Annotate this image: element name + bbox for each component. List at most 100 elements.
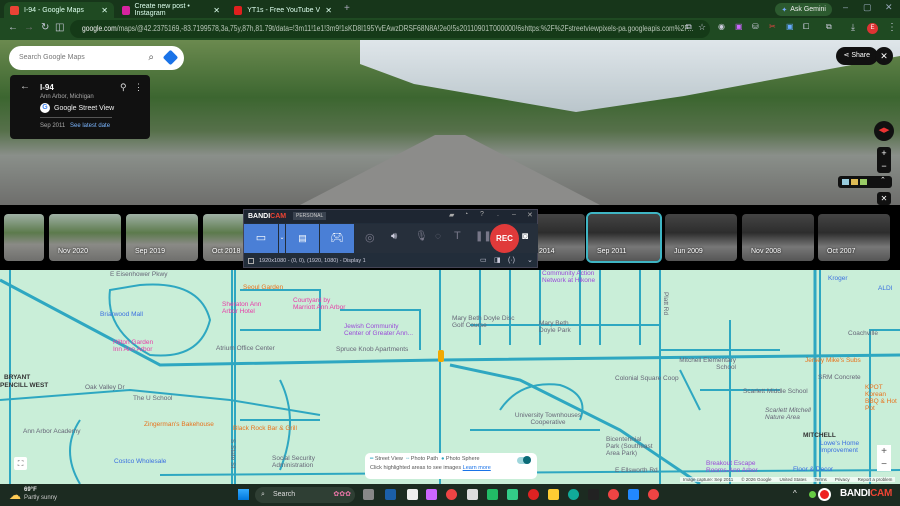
bandicam-record-icon[interactable] [818,488,831,501]
privacy-link[interactable]: Privacy [835,477,850,482]
timeline-thumb[interactable]: Jun 2009 [665,214,737,261]
temperature[interactable]: 69°F [24,487,37,493]
help-icon[interactable]: ? [480,211,484,218]
store-icon[interactable] [407,489,418,500]
tab-google-maps[interactable]: I-94 - Google Maps ✕ [4,2,114,18]
map-poi-label[interactable]: SRM Concrete [818,374,861,381]
close-timeline-button[interactable]: ✕ [877,192,891,205]
file-explorer-icon[interactable] [548,489,559,500]
region-checkbox[interactable] [248,258,254,264]
terms-link[interactable]: Terms [815,477,827,482]
maximize-icon[interactable]: ▢ [863,2,872,13]
screen-mode-button[interactable]: ▭ [244,224,278,253]
screenshot-camera-icon[interactable]: ◙ [522,231,528,242]
history-icon[interactable]: ◔ [464,211,468,218]
minimize-icon[interactable]: . [497,211,499,218]
layer-thumb[interactable] [851,179,858,185]
timeline-thumb-selected[interactable]: Sep 2011 [586,212,662,263]
timeline-thumb[interactable]: Oct 2007 [818,214,890,261]
text-icon[interactable]: T [454,230,461,242]
timeline-thumb[interactable]: Nov 2008 [742,214,814,261]
tab-instagram[interactable]: Create new post • Instagram ✕ [116,2,226,18]
map-poi-label[interactable]: ALDI [878,285,892,292]
folder-icon[interactable]: ▰ [449,211,454,219]
audio-mix-icon[interactable]: (·) [508,254,515,268]
file-icon[interactable] [467,489,478,500]
webcam-overlay-icon[interactable]: ▭ [480,254,487,268]
see-latest-date-link[interactable]: See latest date [70,123,110,129]
bandicam-taskbar-icon[interactable] [528,489,539,500]
split-view-icon[interactable]: ◫ [55,22,64,33]
pegman-icon[interactable] [438,350,444,362]
layer-switcher[interactable]: ⌃ [838,176,892,188]
close-tab-icon[interactable]: ✕ [213,6,220,15]
new-tab-button[interactable]: + [344,3,350,14]
copilot-icon[interactable] [426,489,437,500]
spreadsheet-icon[interactable] [487,489,498,500]
extension-icon[interactable]: ✂ [769,22,776,31]
map-poi-label[interactable]: Kroger [828,275,848,282]
visual-studio-icon[interactable] [385,489,396,500]
spreadsheet-icon[interactable] [507,489,518,500]
map-poi-label[interactable]: Colonial Square Coop [615,375,679,382]
coverage-toggle[interactable] [517,456,531,464]
map-poi-label[interactable]: Briarwood Mall [100,311,143,318]
download-icon[interactable]: ⤓ [851,22,855,33]
microphone-off-icon[interactable]: 🎙︎ [415,231,428,242]
hdmi-mode-button[interactable]: ▤ [286,224,319,253]
timeline-thumb[interactable] [4,214,44,261]
tray-chevron-icon[interactable]: ^ [793,489,797,498]
extensions-puzzle-icon[interactable]: ⧠ [803,22,809,32]
map-poi-label[interactable]: Spruce Knob Apartments [336,346,408,353]
timeline-thumb[interactable]: Sep 2019 [126,214,198,261]
extension-icon[interactable]: ▣ [786,22,794,31]
learn-more-link[interactable]: Learn more [463,465,491,471]
map-poi-label[interactable]: Mary Beth Doyle Park [539,320,584,334]
speaker-icon[interactable]: 🔊︎ [391,231,397,242]
map-poi-label[interactable]: Lowe's Home Improvement [820,440,875,454]
region-link[interactable]: United States [780,477,807,482]
map-zoom-out-button[interactable]: − [877,458,891,471]
map-poi-label[interactable]: Zingerman's Bakehouse [144,421,214,428]
close-window-icon[interactable]: ✕ [885,2,893,13]
map-poi-label[interactable]: Courtyard by Marriott Ann Arbor [293,297,353,311]
app-icon[interactable] [588,489,599,500]
map-poi-label[interactable]: Jersey Mike's Subs [805,357,861,364]
map-poi-label[interactable]: Hilton Garden Inn Ann Arbor [113,339,158,353]
extension-icon[interactable]: ◉ [718,22,725,31]
weather-text[interactable]: Partly sunny [24,495,57,501]
layer-thumb[interactable] [842,179,849,185]
location-pin-icon[interactable]: ⚲ [120,82,127,93]
map-poi-label[interactable]: Costco Wholesale [114,458,166,465]
map-poi-label[interactable]: Community Action Network at Hikone [542,270,617,284]
map-poi-label[interactable]: Atrium Office Center [216,345,275,352]
minimize-icon[interactable]: – [843,2,848,12]
profile-avatar[interactable]: E [867,23,878,34]
back-arrow-icon[interactable]: ← [20,81,30,92]
map-poi-label[interactable]: Coachville [848,330,878,337]
report-problem-link[interactable]: Report a problem [858,477,893,482]
map-zoom-in-button[interactable]: + [877,445,891,458]
map-poi-label[interactable]: The U School [133,395,172,402]
close-tab-icon[interactable]: ✕ [101,6,108,15]
map-poi-label[interactable]: Floor & Decor [793,466,833,473]
map-poi-label[interactable]: Jewish Community Center of Greater Ann..… [344,323,414,337]
install-app-icon[interactable]: ⧉ [686,22,692,32]
zoom-in-button[interactable]: + [877,147,891,160]
weather-icon[interactable]: ☁ [9,488,21,502]
close-tab-icon[interactable]: ✕ [325,6,332,15]
search-input[interactable]: Search Google Maps ⌕ [9,46,184,70]
logo-overlay-icon[interactable]: ◨ [494,254,501,268]
more-options-icon[interactable]: ⋮ [134,82,143,93]
layer-thumb[interactable] [860,179,867,185]
edge-icon[interactable] [568,489,579,500]
compass-icon[interactable]: ◀▶ [874,121,894,141]
close-street-view-button[interactable]: ✕ [875,47,893,65]
directions-icon[interactable] [162,49,179,66]
ask-gemini-button[interactable]: ✦ Ask Gemini [775,3,832,16]
defender-icon[interactable] [628,489,639,500]
taskbar-search[interactable]: ⌕ Search ✿✿✿ [255,487,355,503]
timeline-thumb[interactable]: 2014 [530,214,585,261]
back-icon[interactable]: ← [8,22,18,33]
screen-mode-dropdown[interactable]: ⌄ [279,224,285,253]
